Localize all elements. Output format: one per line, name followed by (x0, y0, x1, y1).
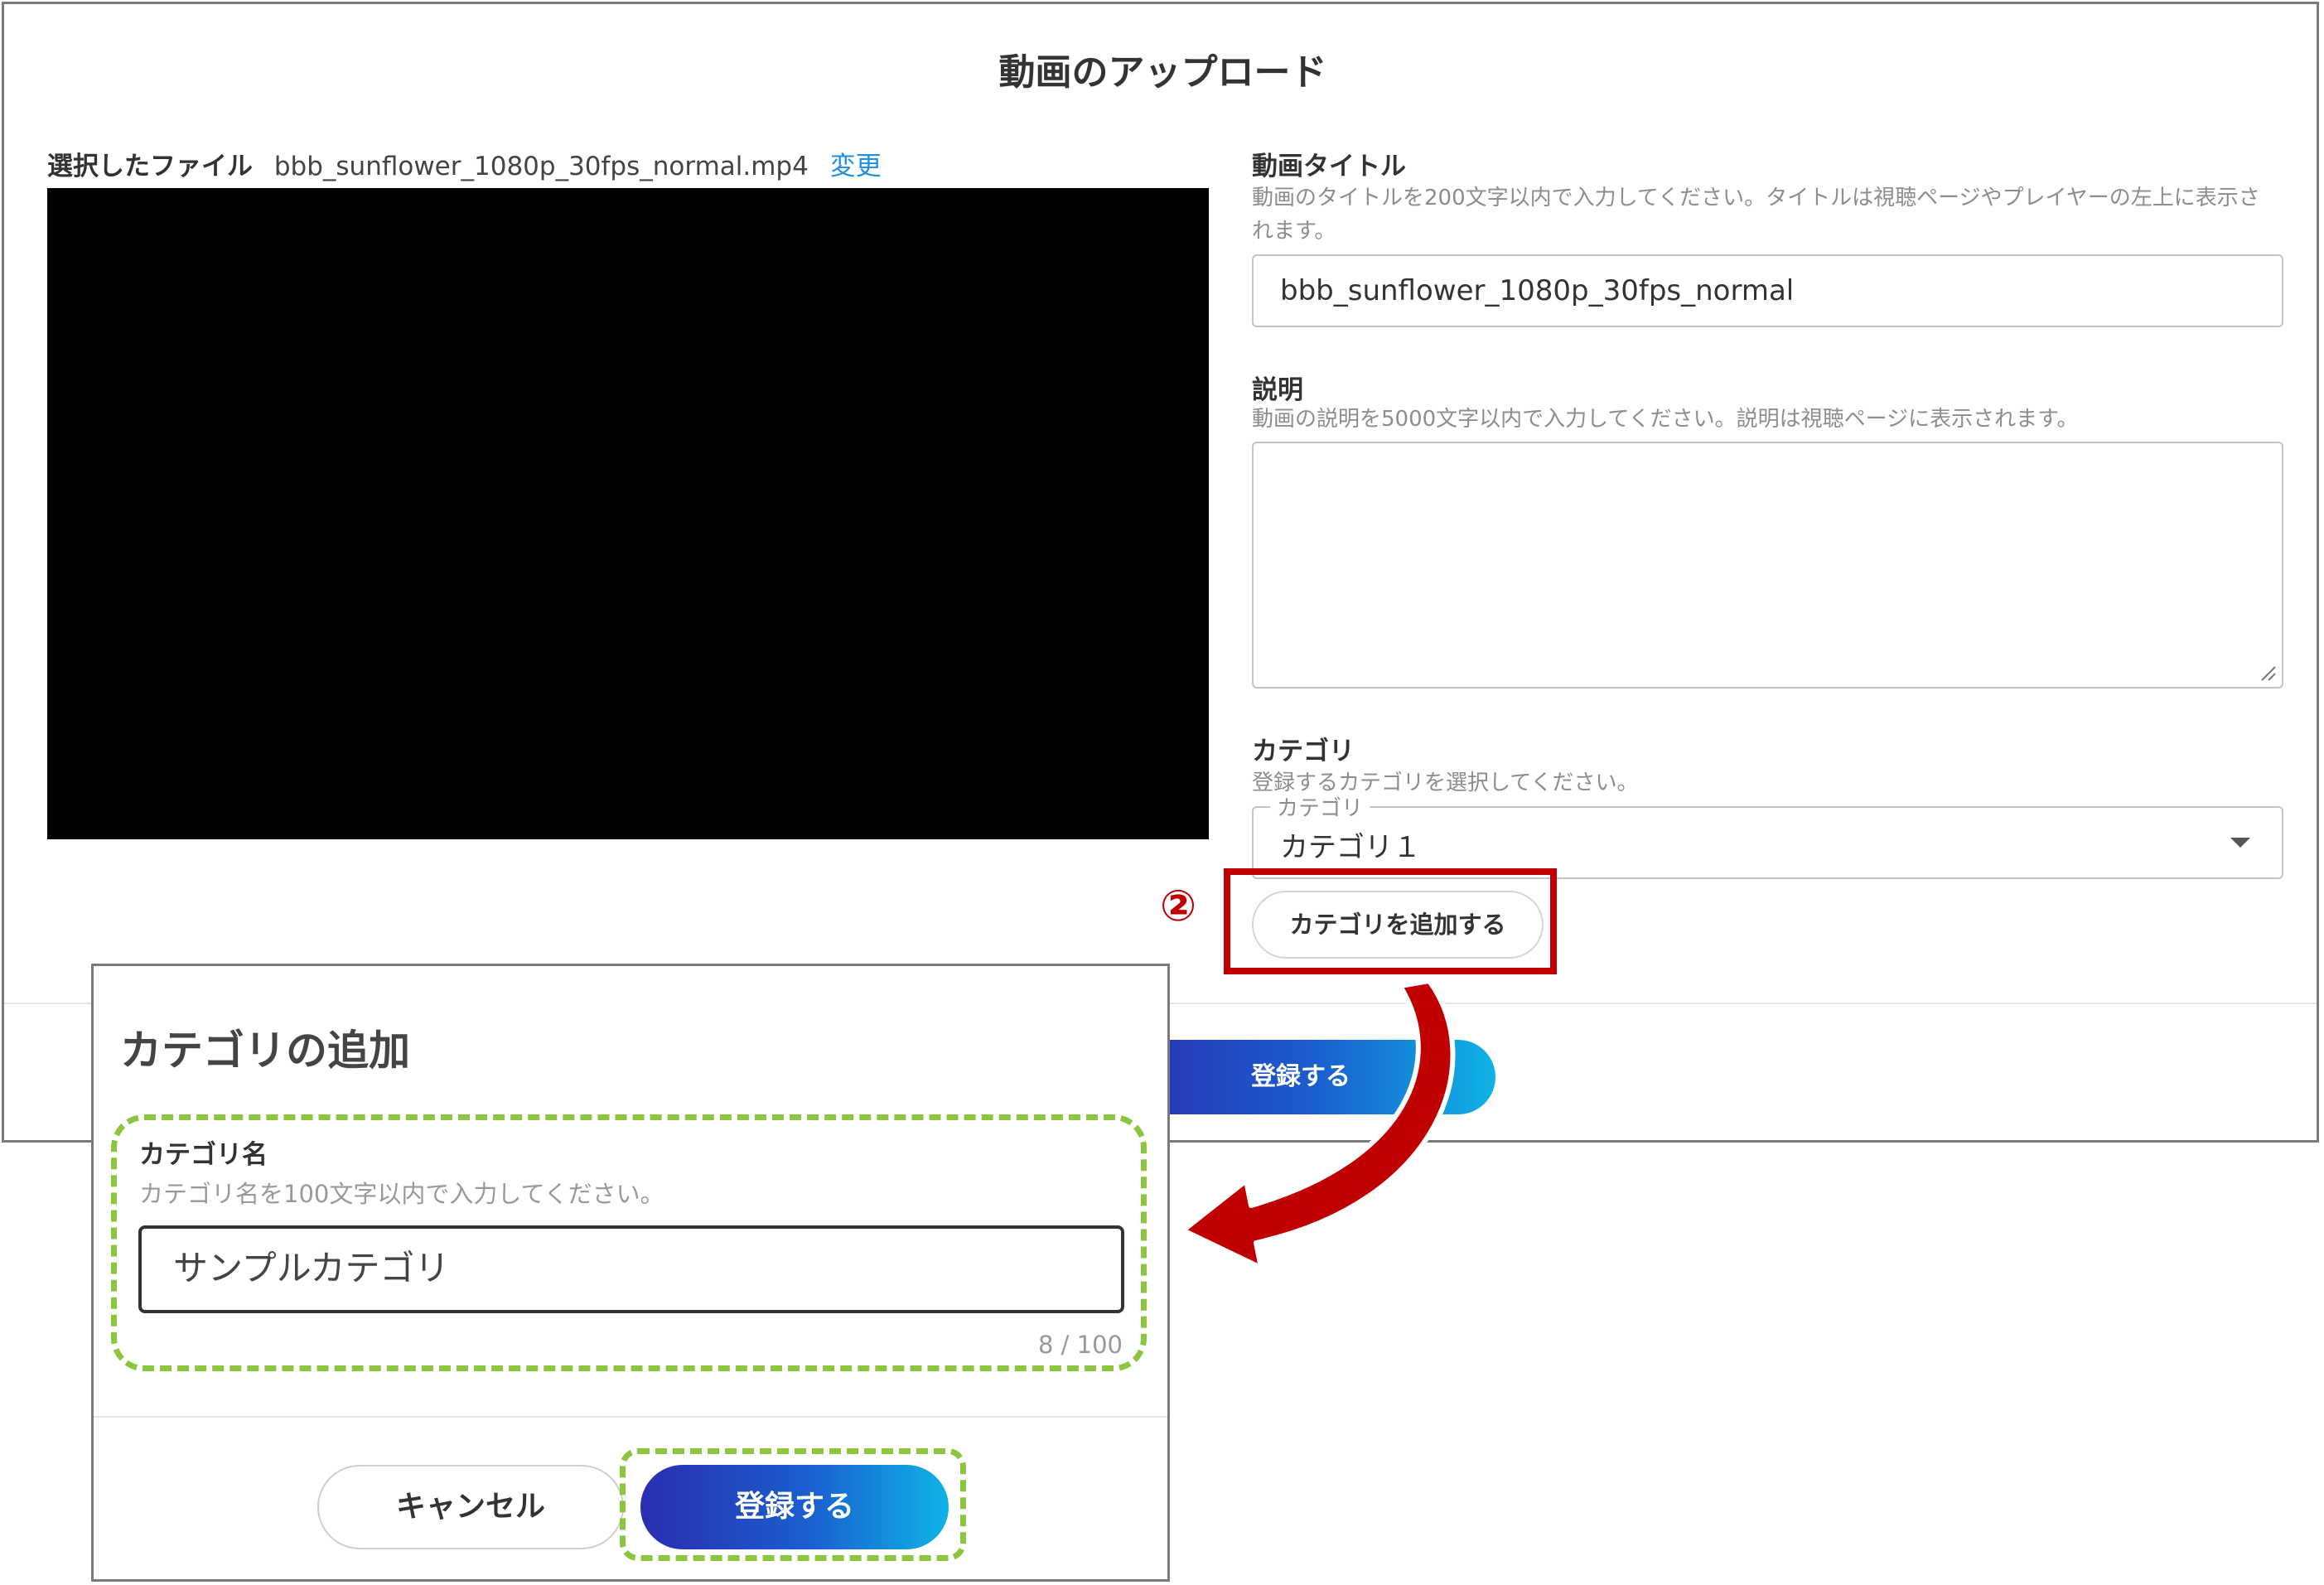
video-title-label: 動画タイトル (1252, 152, 1406, 181)
category-selected-value: カテゴリ１ (1280, 831, 1421, 864)
selected-file-row: 選択したファイル bbb_sunflower_1080p_30fps_norma… (47, 145, 882, 182)
upload-dialog-title: 動画のアップロード (998, 51, 1327, 94)
highlight-box-category-name (111, 1114, 1147, 1371)
chevron-down-icon[interactable] (2230, 838, 2250, 848)
step-number-annotation: ② (1160, 882, 1197, 931)
description-textarea[interactable] (1252, 442, 2283, 689)
modal-footer-divider (94, 1416, 1167, 1418)
selected-file-label: 選択したファイル (47, 152, 253, 181)
video-preview[interactable] (47, 188, 1209, 839)
video-title-help: 動画のタイトルを200文字以内で入力してください。タイトルは視聴ページやプレイヤ… (1252, 186, 2260, 244)
cancel-button[interactable]: キャンセル (317, 1465, 624, 1549)
selected-file-name: bbb_sunflower_1080p_30fps_normal.mp4 (273, 152, 809, 181)
curved-arrow-icon (1181, 979, 1456, 1270)
add-category-modal-title: カテゴリの追加 (120, 1027, 410, 1075)
highlight-box-add-category (1224, 868, 1557, 974)
description-label: 説明 (1252, 375, 1303, 405)
video-title-input[interactable]: bbb_sunflower_1080p_30fps_normal (1252, 254, 2283, 327)
highlight-box-register (620, 1448, 966, 1561)
category-select-legend: カテゴリ (1270, 791, 1370, 822)
category-label: カテゴリ (1252, 737, 1355, 766)
resize-handle-icon[interactable] (2259, 664, 2277, 682)
change-file-link[interactable]: 変更 (830, 152, 882, 181)
description-help: 動画の説明を5000文字以内で入力してください。説明は視聴ページに表示されます。 (1252, 407, 2079, 432)
